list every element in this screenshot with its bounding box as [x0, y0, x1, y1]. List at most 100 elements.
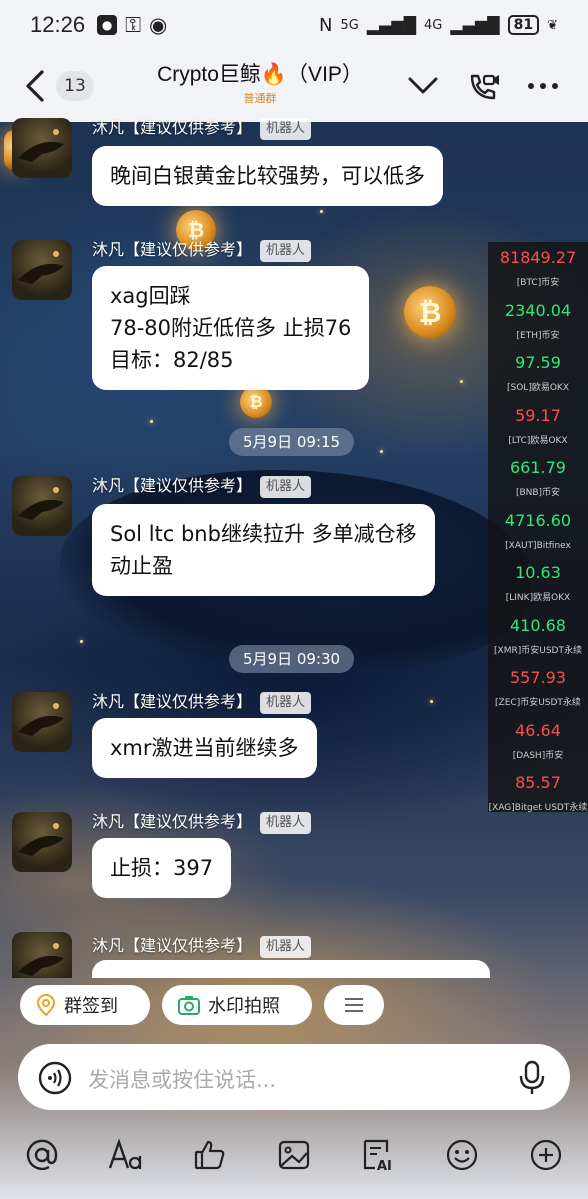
phone-video-icon — [470, 74, 499, 100]
coin-decoration: ₿ — [240, 386, 272, 418]
more-button[interactable] — [526, 76, 560, 100]
ticker-row: 46.64 [DASH]币安 — [488, 715, 588, 768]
app-notification-icon: ● — [97, 15, 118, 35]
robot-tag: 机器人 — [260, 811, 312, 834]
message-text: 目标：82/85 — [110, 348, 234, 372]
sender-name: 沐凡【建议仅供参考】 机器人 — [92, 114, 312, 140]
ticker-row: 81849.27 [BTC]币安 — [488, 242, 588, 295]
ticker-label: [ZEC]币安USDT永续 — [495, 698, 581, 708]
ticker-label: [ETH]币安 — [516, 330, 560, 341]
mention-button[interactable] — [22, 1135, 62, 1175]
battery-level: 81 — [507, 15, 540, 35]
timestamp: 5月9日 09:30 — [229, 645, 355, 673]
thumbs-up-icon — [194, 1140, 225, 1170]
clock: 12:26 — [30, 12, 86, 37]
call-button[interactable] — [466, 70, 500, 108]
whale-avatar-icon — [18, 823, 64, 856]
sender-label: 沐凡【建议仅供参考】 — [92, 240, 253, 259]
watermark-photo-button[interactable]: 水印拍照 — [162, 985, 312, 1025]
ticker-price: 46.64 — [515, 720, 561, 740]
robot-tag: 机器人 — [260, 475, 312, 498]
ticker-row: 10.63 [LINK]欧易OKX — [488, 557, 588, 610]
message-bubble[interactable] — [92, 960, 490, 978]
sender-label: 沐凡【建议仅供参考】 — [92, 692, 253, 711]
signal-icon: ▂▄▆█ — [450, 15, 500, 35]
ticker-price: 661.79 — [510, 458, 566, 477]
star-decoration — [150, 420, 153, 423]
message-text: 止损：397 — [110, 856, 214, 880]
group-type-label: 普通群 — [243, 92, 277, 105]
back-button[interactable] — [22, 66, 52, 106]
ticker-row: 4716.60 [XAUT]Bitfinex — [488, 505, 588, 558]
sender-name: 沐凡【建议仅供参考】 机器人 — [92, 808, 312, 834]
like-button[interactable] — [190, 1135, 230, 1175]
ticker-price: 97.59 — [515, 353, 561, 372]
plus-button[interactable] — [526, 1135, 566, 1175]
more-actions-button[interactable] — [324, 985, 384, 1025]
ticker-price: 85.57 — [515, 773, 561, 792]
chevron-down-icon — [408, 77, 438, 94]
ticker-price: 59.17 — [515, 405, 561, 425]
avatar[interactable] — [12, 240, 72, 300]
message-bubble[interactable]: Sol ltc bnb继续拉升 多单减仓移 动止盈 — [92, 504, 435, 596]
voice-toggle-icon[interactable] — [38, 1061, 72, 1095]
price-ticker-panel: 81849.27 [BTC]币安 2340.04 [ETH]币安 97.59 [SOL]欧… — [488, 242, 588, 813]
menu-icon — [345, 998, 363, 1012]
sender-label: 沐凡【建议仅供参考】 — [92, 812, 253, 831]
ai-writing-button[interactable]: AI — [358, 1135, 398, 1175]
robot-tag: 机器人 — [260, 117, 312, 140]
svg-text:AI: AI — [377, 1159, 392, 1172]
message-bubble[interactable]: 晚间白银黄金比较强势，可以低多 — [92, 146, 443, 206]
ticker-row: 661.79 [BNB]币安 — [488, 452, 588, 505]
expand-button[interactable] — [408, 70, 438, 104]
whale-avatar-icon — [18, 129, 64, 162]
ticker-row: 410.68 [XMR]币安USDT永续 — [488, 610, 588, 663]
avatar[interactable] — [12, 692, 72, 752]
microphone-icon[interactable] — [518, 1060, 546, 1096]
ticker-price: 81849.27 — [499, 248, 577, 267]
message-text: xag回踩 — [110, 284, 191, 308]
message-text: xmr激进当前继续多 — [110, 736, 299, 760]
ticker-label: [SOL]欧易OKX — [507, 383, 569, 393]
ticker-label: [XMR]币安USDT永续 — [494, 645, 582, 656]
network-4g: 4G — [424, 17, 443, 33]
camera-icon — [178, 996, 200, 1015]
chat-header: 13 Crypto巨鲸🔥（VIP） 普通群 — [0, 50, 588, 122]
bitcoin-decoration: ₿ — [404, 286, 456, 338]
ticker-label: [XAG]Bitget USDT永续 — [488, 803, 588, 813]
ticker-price: 557.93 — [510, 668, 566, 687]
image-icon — [278, 1140, 310, 1170]
whale-avatar-icon — [18, 487, 64, 520]
robot-tag: 机器人 — [260, 691, 312, 714]
chevron-left-icon — [26, 70, 44, 102]
ticker-label: [DASH]币安 — [512, 750, 564, 761]
ticker-price: 10.63 — [515, 563, 561, 582]
avatar[interactable] — [12, 476, 72, 536]
text-format-button[interactable] — [106, 1135, 146, 1175]
unread-count-badge[interactable]: 13 — [56, 71, 94, 101]
star-decoration — [380, 450, 383, 453]
emoji-button[interactable] — [442, 1135, 482, 1175]
whale-avatar-icon — [18, 251, 64, 284]
checkin-button[interactable]: 群签到 — [20, 985, 150, 1025]
chat-title-area[interactable]: Crypto巨鲸🔥（VIP） 普通群 — [120, 58, 400, 106]
message-bubble[interactable]: xag回踩 78-80附近低倍多 止损76 目标：82/85 — [92, 266, 370, 390]
ticker-label: [LINK]欧易OKX — [505, 593, 571, 603]
avatar[interactable] — [12, 812, 72, 872]
message-bubble[interactable]: 止损：397 — [92, 838, 232, 898]
robot-tag: 机器人 — [260, 239, 312, 262]
network-5g: 5G — [340, 17, 359, 33]
message-input[interactable]: 发消息或按住说话... — [18, 1044, 570, 1110]
ticker-row: 59.17 [LTC]欧易OKX — [488, 400, 588, 453]
sender-label: 沐凡【建议仅供参考】 — [92, 118, 253, 137]
message-bubble[interactable]: xmr激进当前继续多 — [92, 718, 317, 778]
message-item[interactable]: 沐凡【建议仅供参考】 机器人 — [12, 932, 492, 978]
avatar[interactable] — [12, 932, 72, 978]
leaf-icon: ❦ — [547, 17, 558, 33]
smiley-icon — [446, 1139, 478, 1171]
image-button[interactable] — [274, 1135, 314, 1175]
message-text: 动止盈 — [110, 554, 173, 578]
avatar[interactable] — [12, 118, 72, 178]
eye-icon: ◉ — [149, 13, 168, 37]
ticker-label: [XAUT]Bitfinex — [505, 540, 571, 551]
